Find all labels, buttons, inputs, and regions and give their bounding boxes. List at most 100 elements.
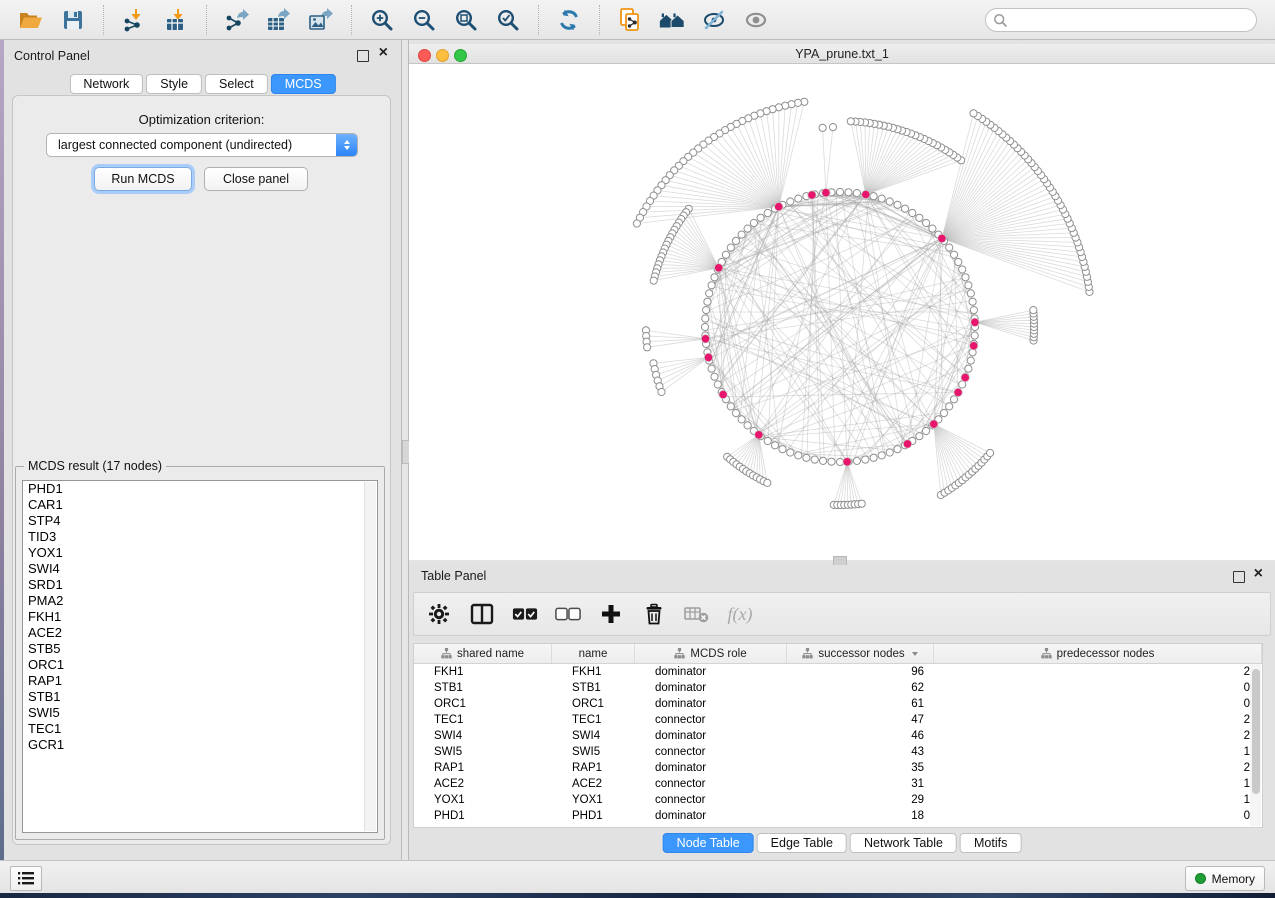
float-panel-icon[interactable] xyxy=(357,50,369,62)
save-session-icon[interactable] xyxy=(59,6,87,34)
tab-edge-table[interactable]: Edge Table xyxy=(757,833,847,853)
deselect-all-checkboxes-icon[interactable] xyxy=(555,601,581,627)
mcds-node-item[interactable]: ORC1 xyxy=(23,657,377,673)
table-row[interactable]: RAP1RAP1dominator352 xyxy=(414,760,1262,776)
search-input[interactable] xyxy=(1012,10,1256,30)
export-table-icon[interactable] xyxy=(265,6,293,34)
delete-trash-icon[interactable] xyxy=(641,601,667,627)
import-network-icon[interactable] xyxy=(120,6,148,34)
tab-select[interactable]: Select xyxy=(205,74,268,94)
column-header-successor-nodes[interactable]: successor nodes xyxy=(787,644,934,663)
mcds-hub-node[interactable] xyxy=(843,458,851,466)
table-row[interactable]: SWI5SWI5connector431 xyxy=(414,744,1262,760)
table-row[interactable]: ACE2ACE2connector311 xyxy=(414,776,1262,792)
export-network-icon[interactable] xyxy=(223,6,251,34)
mcds-node-item[interactable]: SRD1 xyxy=(23,577,377,593)
add-column-plus-icon[interactable] xyxy=(598,601,624,627)
mcds-node-item[interactable]: SWI4 xyxy=(23,561,377,577)
mcds-node-item[interactable]: TID3 xyxy=(23,529,377,545)
hide-eye-slash-icon[interactable] xyxy=(700,6,728,34)
table-row[interactable]: ORC1ORC1dominator610 xyxy=(414,696,1262,712)
criterion-dropdown[interactable]: largest connected component (undirected) xyxy=(46,133,358,157)
mcds-hub-node[interactable] xyxy=(930,420,938,428)
column-header-predecessor-nodes[interactable]: predecessor nodes xyxy=(934,644,1262,663)
dropdown-stepper-icon xyxy=(336,134,357,156)
close-panel-button[interactable]: Close panel xyxy=(204,167,308,191)
float-panel-icon[interactable] xyxy=(1233,571,1245,583)
memory-button[interactable]: Memory xyxy=(1185,866,1265,891)
tab-style[interactable]: Style xyxy=(146,74,202,94)
tab-network[interactable]: Network xyxy=(69,74,143,94)
toolbar-separator xyxy=(538,5,539,35)
open-session-icon[interactable] xyxy=(17,6,45,34)
tab-motifs[interactable]: Motifs xyxy=(960,833,1021,853)
refresh-layout-icon[interactable] xyxy=(555,6,583,34)
column-header-name[interactable]: name xyxy=(552,644,635,663)
control-panel-title: Control Panel xyxy=(14,49,90,63)
mcds-node-item[interactable]: SWI5 xyxy=(23,705,377,721)
scrollbar-thumb[interactable] xyxy=(1252,669,1260,794)
network-window-titlebar[interactable]: YPA_prune.txt_1 xyxy=(409,44,1275,64)
zoom-fit-icon[interactable] xyxy=(452,6,480,34)
mcds-node-item[interactable]: STP4 xyxy=(23,513,377,529)
mcds-hub-node[interactable] xyxy=(701,335,709,343)
mcds-node-item[interactable]: RAP1 xyxy=(23,673,377,689)
mcds-hub-node[interactable] xyxy=(961,373,969,381)
zoom-in-icon[interactable] xyxy=(368,6,396,34)
table-row[interactable]: SWI4SWI4dominator462 xyxy=(414,728,1262,744)
import-table-icon[interactable] xyxy=(162,6,190,34)
mcds-node-item[interactable]: YOX1 xyxy=(23,545,377,561)
mcds-hub-node[interactable] xyxy=(903,440,911,448)
mcds-hub-node[interactable] xyxy=(938,234,946,242)
mcds-node-item[interactable]: CAR1 xyxy=(23,497,377,513)
cell-successor-nodes: 61 xyxy=(787,698,934,710)
split-columns-icon[interactable] xyxy=(469,601,495,627)
houses-icon[interactable] xyxy=(658,6,686,34)
table-row[interactable]: FKH1FKH1dominator962 xyxy=(414,664,1262,680)
mcds-hub-node[interactable] xyxy=(715,264,723,272)
table-row[interactable]: YOX1YOX1connector291 xyxy=(414,792,1262,808)
column-header-MCDS-role[interactable]: MCDS role xyxy=(635,644,787,663)
mcds-node-item[interactable]: STB1 xyxy=(23,689,377,705)
mcds-hub-node[interactable] xyxy=(808,191,816,199)
mcds-hub-node[interactable] xyxy=(822,189,830,197)
eye-icon[interactable] xyxy=(742,6,770,34)
mcds-hub-node[interactable] xyxy=(719,390,727,398)
table-scrollbar[interactable] xyxy=(1250,664,1261,826)
mcds-hub-node[interactable] xyxy=(755,431,763,439)
mcds-hub-node[interactable] xyxy=(775,203,783,211)
mcds-node-item[interactable]: TEC1 xyxy=(23,721,377,737)
tab-mcds[interactable]: MCDS xyxy=(271,74,336,94)
table-row[interactable]: STB1STB1dominator620 xyxy=(414,680,1262,696)
mcds-node-item[interactable]: STB5 xyxy=(23,641,377,657)
zoom-out-icon[interactable] xyxy=(410,6,438,34)
mcds-hub-node[interactable] xyxy=(862,190,870,198)
settings-gear-icon[interactable] xyxy=(426,601,452,627)
select-all-checkboxes-icon[interactable] xyxy=(512,601,538,627)
close-panel-icon[interactable]: × xyxy=(1254,565,1263,583)
network-canvas-svg[interactable] xyxy=(409,64,1275,560)
mcds-node-item[interactable]: ACE2 xyxy=(23,625,377,641)
tab-node-table[interactable]: Node Table xyxy=(663,833,754,853)
close-panel-icon[interactable]: × xyxy=(379,44,388,62)
mcds-node-item[interactable]: PHD1 xyxy=(23,481,377,497)
mcds-node-item[interactable]: PMA2 xyxy=(23,593,377,609)
task-history-button[interactable] xyxy=(10,866,42,891)
table-row[interactable]: TEC1TEC1connector472 xyxy=(414,712,1262,728)
mcds-hub-node[interactable] xyxy=(970,342,978,350)
share-document-icon[interactable] xyxy=(616,6,644,34)
search-box[interactable] xyxy=(985,8,1257,32)
mcds-hub-node[interactable] xyxy=(704,353,712,361)
mcds-hub-node[interactable] xyxy=(971,318,979,326)
tab-network-table[interactable]: Network Table xyxy=(850,833,957,853)
vertical-splitter[interactable] xyxy=(401,40,409,860)
mcds-hub-node[interactable] xyxy=(954,388,962,396)
run-mcds-button[interactable]: Run MCDS xyxy=(94,167,192,191)
mcds-list-scrollbar[interactable] xyxy=(364,482,376,831)
mcds-node-item[interactable]: FKH1 xyxy=(23,609,377,625)
mcds-node-item[interactable]: GCR1 xyxy=(23,737,377,753)
column-header-shared-name[interactable]: shared name xyxy=(414,644,552,663)
table-row[interactable]: PHD1PHD1dominator180 xyxy=(414,808,1262,824)
export-image-icon[interactable] xyxy=(307,6,335,34)
zoom-selected-icon[interactable] xyxy=(494,6,522,34)
